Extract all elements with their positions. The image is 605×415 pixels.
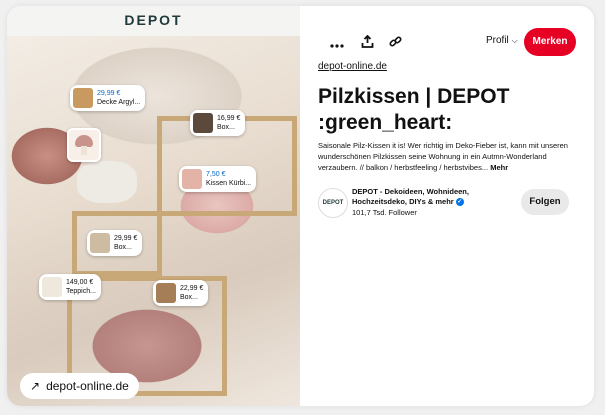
product-name: Decke Argyl...: [97, 99, 141, 106]
chevron-down-icon: ⌵: [511, 36, 518, 45]
mushroom-stem: [81, 146, 87, 155]
product-tag[interactable]: 16,99 € Box...: [190, 110, 246, 136]
save-button[interactable]: Merken: [524, 28, 576, 56]
product-thumbnail: [90, 233, 110, 253]
mushroom-photo-thumbnail[interactable]: [67, 128, 101, 162]
product-thumbnail: [182, 169, 202, 189]
product-thumbnail: [193, 113, 213, 133]
product-price: 29,99 €: [114, 235, 138, 242]
more-link[interactable]: Mehr: [490, 163, 508, 172]
product-price: 16,99 €: [217, 115, 241, 122]
product-tag[interactable]: 149,00 € Teppich...: [39, 274, 101, 300]
product-name: Box...: [114, 244, 132, 251]
share-icon[interactable]: [356, 32, 378, 54]
follow-button[interactable]: Folgen: [521, 189, 569, 215]
product-thumbnail: [73, 88, 93, 108]
pin-toolbar: Profil ⌵ Merken: [300, 6, 594, 66]
profile-dropdown[interactable]: Profil ⌵: [486, 35, 518, 46]
pillow-decor: [77, 161, 137, 203]
product-tag[interactable]: 7,50 € Kissen Kürbi...: [179, 166, 257, 192]
creator-name-text: DEPOT - Dekoideen, Wohnideen, Hochzeitsd…: [352, 187, 469, 206]
product-price: 29,99 €: [97, 90, 121, 97]
creator-followers: 101,7 Tsd. Follower: [352, 208, 417, 217]
product-name: Box...: [180, 294, 198, 301]
pin-details-pane: Profil ⌵ Merken depot-online.de Pilzkiss…: [300, 6, 594, 406]
pin-closeup-card: DEPOT 29,99 € Decke Argyl... 16,99 € Box…: [7, 6, 594, 406]
brand-logo: DEPOT: [124, 12, 183, 28]
link-icon[interactable]: [384, 32, 406, 54]
product-tag[interactable]: 22,99 € Box...: [153, 280, 209, 306]
visit-site-button[interactable]: ↗ depot-online.de: [20, 373, 139, 399]
pin-title: Pilzkissen | DEPOT :green_heart:: [318, 85, 510, 134]
pin-description-text: Saisonale Pilz-Kissen it is! Wer richtig…: [318, 141, 568, 172]
verified-check-icon: ✓: [455, 198, 464, 207]
product-price: 149,00 €: [66, 279, 94, 286]
more-dots-icon[interactable]: [326, 32, 348, 54]
product-name: Teppich...: [66, 288, 96, 295]
product-name: Box...: [217, 124, 235, 131]
product-tag[interactable]: 29,99 € Decke Argyl...: [70, 85, 146, 111]
visit-site-label: depot-online.de: [46, 379, 129, 393]
source-domain-link[interactable]: depot-online.de: [318, 61, 387, 72]
creator-avatar[interactable]: DEPOT: [318, 188, 348, 218]
creator-name[interactable]: DEPOT - Dekoideen, Wohnideen, Hochzeitsd…: [352, 187, 512, 207]
pin-image[interactable]: DEPOT 29,99 € Decke Argyl... 16,99 € Box…: [7, 6, 300, 406]
product-thumbnail: [156, 283, 176, 303]
arrow-up-right-icon: ↗: [30, 379, 41, 393]
product-price: 7,50 €: [206, 171, 226, 178]
product-name: Kissen Kürbi...: [206, 180, 252, 187]
product-tag[interactable]: 29,99 € Box...: [87, 230, 143, 256]
pin-description: Saisonale Pilz-Kissen it is! Wer richtig…: [318, 140, 580, 173]
product-thumbnail: [42, 277, 62, 297]
profile-label: Profil: [486, 35, 509, 46]
product-price: 22,99 €: [180, 285, 204, 292]
